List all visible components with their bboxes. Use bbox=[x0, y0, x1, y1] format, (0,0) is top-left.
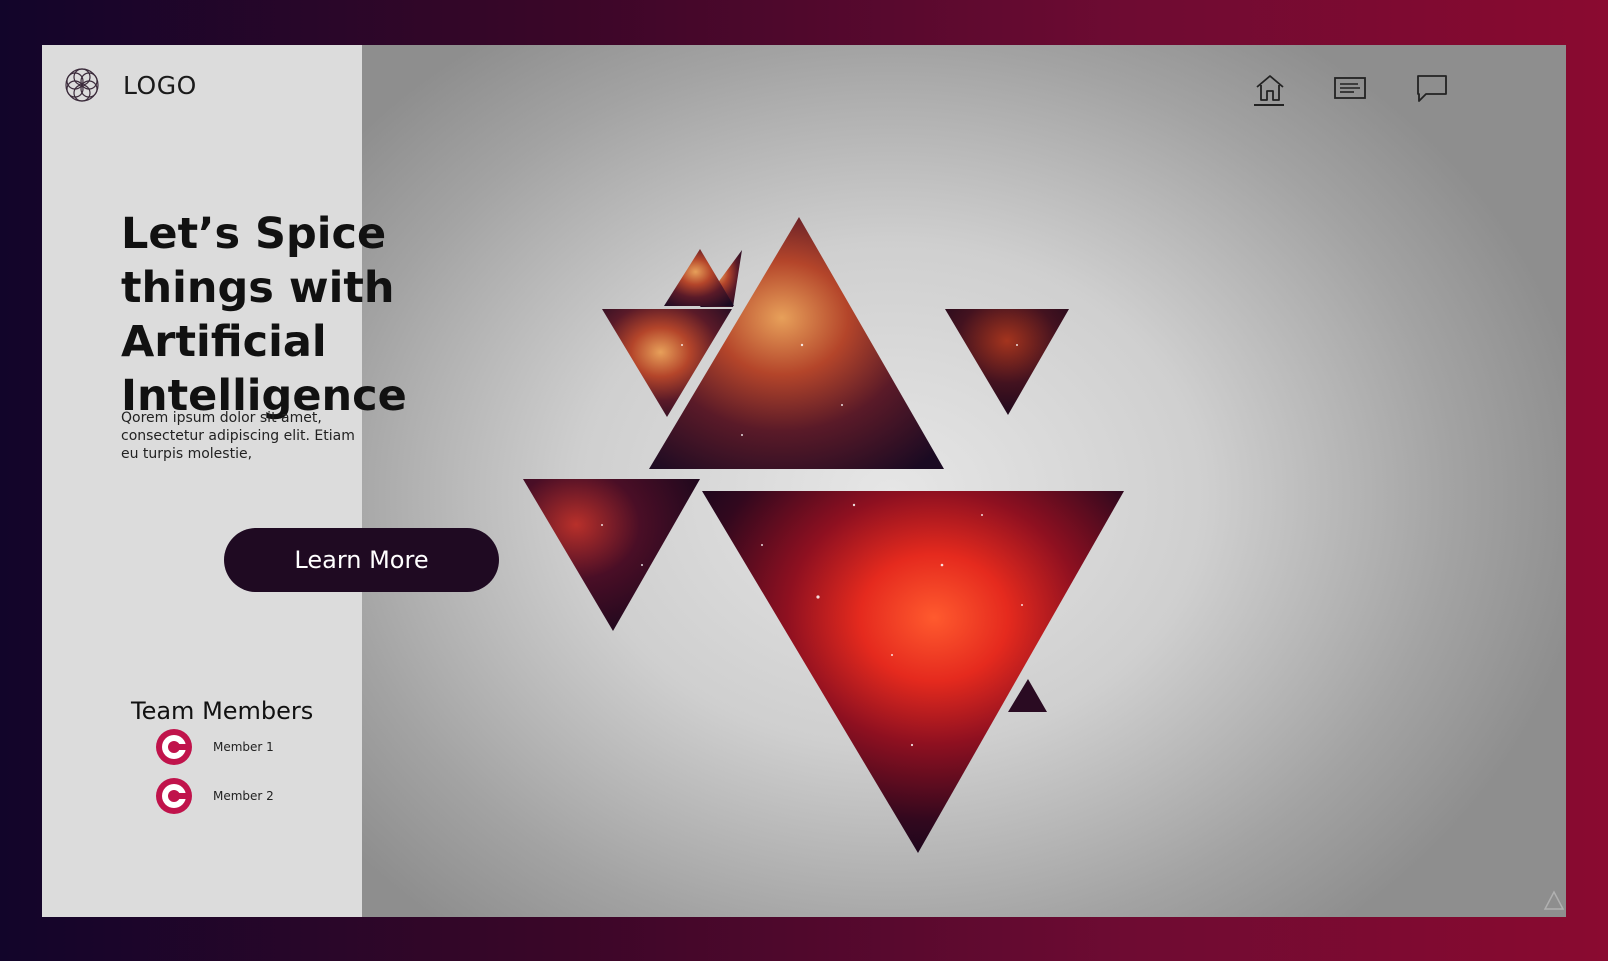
team-member-name: Member 2 bbox=[213, 789, 274, 803]
team-member-item[interactable]: Member 2 bbox=[155, 777, 274, 815]
learn-more-button[interactable]: Learn More bbox=[224, 528, 499, 592]
corner-triangle-icon bbox=[1543, 890, 1565, 910]
chat-bubble-icon[interactable] bbox=[1414, 71, 1450, 105]
triangle-right-down bbox=[945, 309, 1069, 415]
article-icon[interactable] bbox=[1332, 71, 1368, 105]
avatar-icon bbox=[156, 778, 192, 814]
home-icon[interactable] bbox=[1252, 71, 1288, 105]
page-frame: LOGO Let’s Spice things with Artificial … bbox=[42, 45, 1566, 917]
logo-text[interactable]: LOGO bbox=[123, 71, 197, 100]
triangle-large-down bbox=[702, 491, 1124, 853]
hero-headline: Let’s Spice things with Artificial Intel… bbox=[121, 209, 407, 421]
team-member-name: Member 1 bbox=[213, 740, 274, 754]
flower-of-life-icon[interactable] bbox=[64, 67, 100, 103]
avatar-icon bbox=[156, 729, 192, 765]
hero-description: Qorem ipsum dolor sit amet, consectetur … bbox=[121, 410, 355, 462]
triangle-lower-left-down bbox=[523, 479, 700, 631]
team-members-title: Team Members bbox=[131, 697, 314, 725]
team-member-item[interactable]: Member 1 bbox=[155, 728, 274, 766]
nav-active-indicator bbox=[1254, 104, 1284, 106]
